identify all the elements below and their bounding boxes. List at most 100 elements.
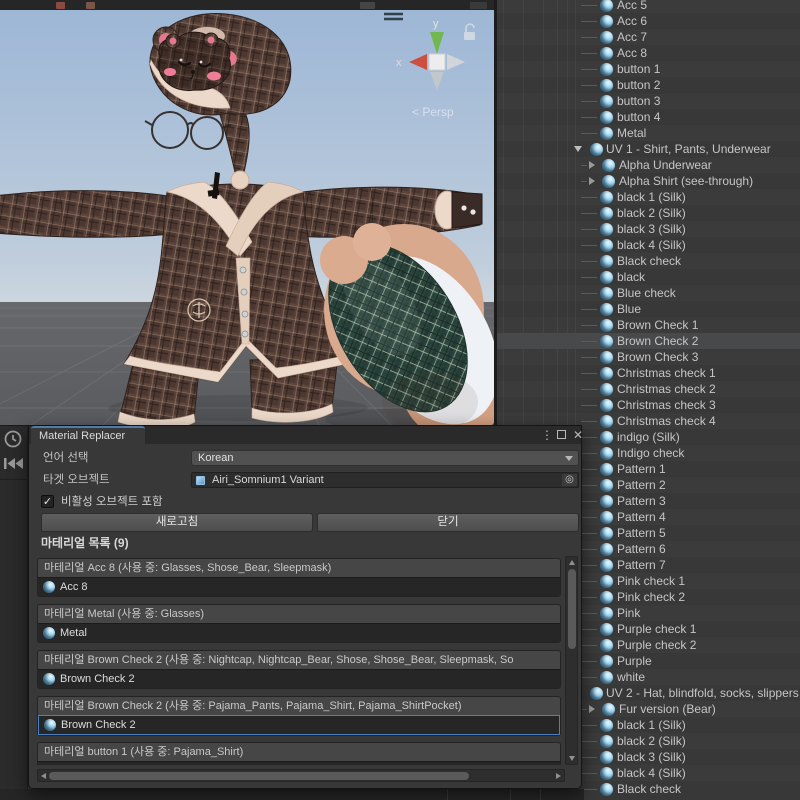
hierarchy-row[interactable]: Acc 7 bbox=[497, 29, 800, 45]
material-replacer-window: Material Replacer ⋮ ✕ 언어 선택 Korean 타겟 오브… bbox=[28, 425, 583, 789]
hierarchy-row[interactable]: Brown Check 2 bbox=[497, 333, 800, 349]
hierarchy-row[interactable]: black 2 (Silk) bbox=[497, 205, 800, 221]
vertical-scroll-thumb[interactable] bbox=[568, 569, 576, 649]
window-menu-icon[interactable]: ⋮ bbox=[539, 427, 555, 443]
tree-connector bbox=[581, 453, 597, 454]
toolbar-icon[interactable] bbox=[56, 2, 65, 9]
foldout-collapsed-icon[interactable] bbox=[589, 177, 595, 185]
hierarchy-row[interactable]: UV 1 - Shirt, Pants, Underwear bbox=[497, 141, 800, 157]
hierarchy-item-label: Brown Check 2 bbox=[617, 334, 699, 348]
target-object-field[interactable]: Airi_Somnium1 Variant ◎ bbox=[191, 472, 579, 488]
hierarchy-item-label: button 2 bbox=[617, 78, 661, 92]
first-frame-icon[interactable] bbox=[4, 458, 23, 469]
toolbar-icon[interactable] bbox=[360, 2, 375, 9]
material-object-field[interactable] bbox=[38, 761, 560, 765]
animation-panel-edge bbox=[0, 425, 28, 800]
material-icon bbox=[600, 526, 613, 540]
hierarchy-row[interactable]: Brown Check 3 bbox=[497, 349, 800, 365]
hierarchy-row[interactable]: Metal bbox=[497, 125, 800, 141]
hierarchy-item-label: Christmas check 3 bbox=[617, 398, 716, 412]
material-icon bbox=[600, 414, 613, 428]
material-object-field[interactable]: Brown Check 2 bbox=[38, 715, 560, 735]
tree-connector bbox=[581, 85, 597, 86]
hierarchy-row[interactable]: Christmas check 3 bbox=[497, 397, 800, 413]
toolbar-icon[interactable] bbox=[470, 2, 487, 9]
hierarchy-row[interactable]: Christmas check 2 bbox=[497, 381, 800, 397]
hierarchy-row[interactable]: black bbox=[497, 269, 800, 285]
scroll-up-icon[interactable] bbox=[569, 560, 575, 565]
hierarchy-row[interactable]: black 1 (Silk) bbox=[497, 189, 800, 205]
tree-connector bbox=[581, 469, 597, 470]
tab-material-replacer[interactable]: Material Replacer bbox=[31, 426, 145, 444]
horizontal-scroll-thumb[interactable] bbox=[49, 772, 469, 780]
material-icon bbox=[600, 430, 613, 444]
hierarchy-row[interactable]: Acc 5 bbox=[497, 0, 800, 13]
tree-connector bbox=[581, 101, 597, 102]
toolbar-icon[interactable] bbox=[86, 2, 95, 9]
material-object-field[interactable]: Acc 8 bbox=[38, 577, 560, 596]
hierarchy-row[interactable]: Christmas check 1 bbox=[497, 365, 800, 381]
gizmo-x-label: x bbox=[396, 57, 402, 69]
hierarchy-row[interactable]: Acc 6 bbox=[497, 13, 800, 29]
hierarchy-item-label: black 2 (Silk) bbox=[617, 734, 686, 748]
material-icon bbox=[600, 0, 613, 12]
hierarchy-row[interactable]: Alpha Shirt (see-through) bbox=[497, 173, 800, 189]
material-object-field[interactable]: Metal bbox=[38, 623, 560, 642]
tree-connector bbox=[581, 341, 597, 342]
hierarchy-item-label: Pattern 2 bbox=[617, 478, 666, 492]
tree-connector bbox=[581, 245, 597, 246]
scene-view[interactable]: y x < Persp bbox=[0, 10, 494, 425]
tree-connector bbox=[581, 165, 587, 166]
close-button[interactable]: 닫기 bbox=[317, 513, 579, 532]
material-icon bbox=[600, 350, 613, 364]
hierarchy-row[interactable]: button 1 bbox=[497, 61, 800, 77]
material-entry-header: 마테리얼 Brown Check 2 (사용 중: Pajama_Pants, … bbox=[38, 697, 560, 715]
window-close-icon[interactable]: ✕ bbox=[570, 427, 586, 443]
hierarchy-row[interactable]: button 3 bbox=[497, 93, 800, 109]
object-picker-icon[interactable]: ◎ bbox=[562, 474, 577, 486]
hierarchy-row[interactable]: Brown Check 1 bbox=[497, 317, 800, 333]
persp-label[interactable]: < Persp bbox=[412, 105, 454, 119]
tree-connector bbox=[581, 405, 597, 406]
scroll-right-icon[interactable] bbox=[556, 773, 561, 779]
horizontal-scrollbar[interactable] bbox=[37, 769, 565, 782]
material-icon bbox=[600, 62, 613, 76]
tree-connector bbox=[581, 37, 597, 38]
foldout-collapsed-icon[interactable] bbox=[589, 161, 595, 169]
refresh-button[interactable]: 새로고침 bbox=[41, 513, 313, 532]
hierarchy-row[interactable]: button 4 bbox=[497, 109, 800, 125]
scroll-left-icon[interactable] bbox=[41, 773, 46, 779]
hierarchy-item-label: Acc 6 bbox=[617, 14, 648, 28]
hierarchy-row[interactable]: black 4 (Silk) bbox=[497, 237, 800, 253]
language-dropdown[interactable]: Korean bbox=[191, 450, 579, 466]
hierarchy-row[interactable]: Alpha Underwear bbox=[497, 157, 800, 173]
hierarchy-row[interactable]: Black check bbox=[497, 253, 800, 269]
hierarchy-item-label: Purple check 2 bbox=[617, 638, 697, 652]
material-name: Acc 8 bbox=[60, 581, 88, 593]
window-maximize-icon[interactable] bbox=[557, 430, 566, 439]
hierarchy-item-label: Black check bbox=[617, 254, 682, 268]
material-icon bbox=[600, 462, 613, 476]
material-icon bbox=[600, 254, 613, 268]
chevron-down-icon bbox=[565, 456, 573, 461]
foldout-expanded-icon[interactable] bbox=[574, 146, 582, 152]
hierarchy-row[interactable]: Blue check bbox=[497, 285, 800, 301]
tree-connector bbox=[581, 261, 597, 262]
material-icon bbox=[600, 238, 613, 252]
hierarchy-row[interactable]: button 2 bbox=[497, 77, 800, 93]
hierarchy-item-label: Christmas check 1 bbox=[617, 366, 716, 380]
vertical-scrollbar[interactable] bbox=[565, 556, 578, 765]
hierarchy-item-label: Brown Check 3 bbox=[617, 350, 699, 364]
hierarchy-row[interactable]: black 3 (Silk) bbox=[497, 221, 800, 237]
hierarchy-item-label: Christmas check 2 bbox=[617, 382, 716, 396]
include-inactive-checkbox[interactable]: ✓ bbox=[41, 495, 54, 508]
material-icon bbox=[602, 174, 615, 188]
material-icon bbox=[600, 542, 613, 556]
window-tab-bar: Material Replacer ⋮ ✕ bbox=[29, 426, 583, 444]
hierarchy-row[interactable]: Acc 8 bbox=[497, 45, 800, 61]
material-object-field[interactable]: Brown Check 2 bbox=[38, 669, 560, 688]
foldout-collapsed-icon[interactable] bbox=[589, 705, 595, 713]
hierarchy-row[interactable]: Blue bbox=[497, 301, 800, 317]
scroll-down-icon[interactable] bbox=[569, 756, 575, 761]
language-value: Korean bbox=[198, 452, 234, 464]
